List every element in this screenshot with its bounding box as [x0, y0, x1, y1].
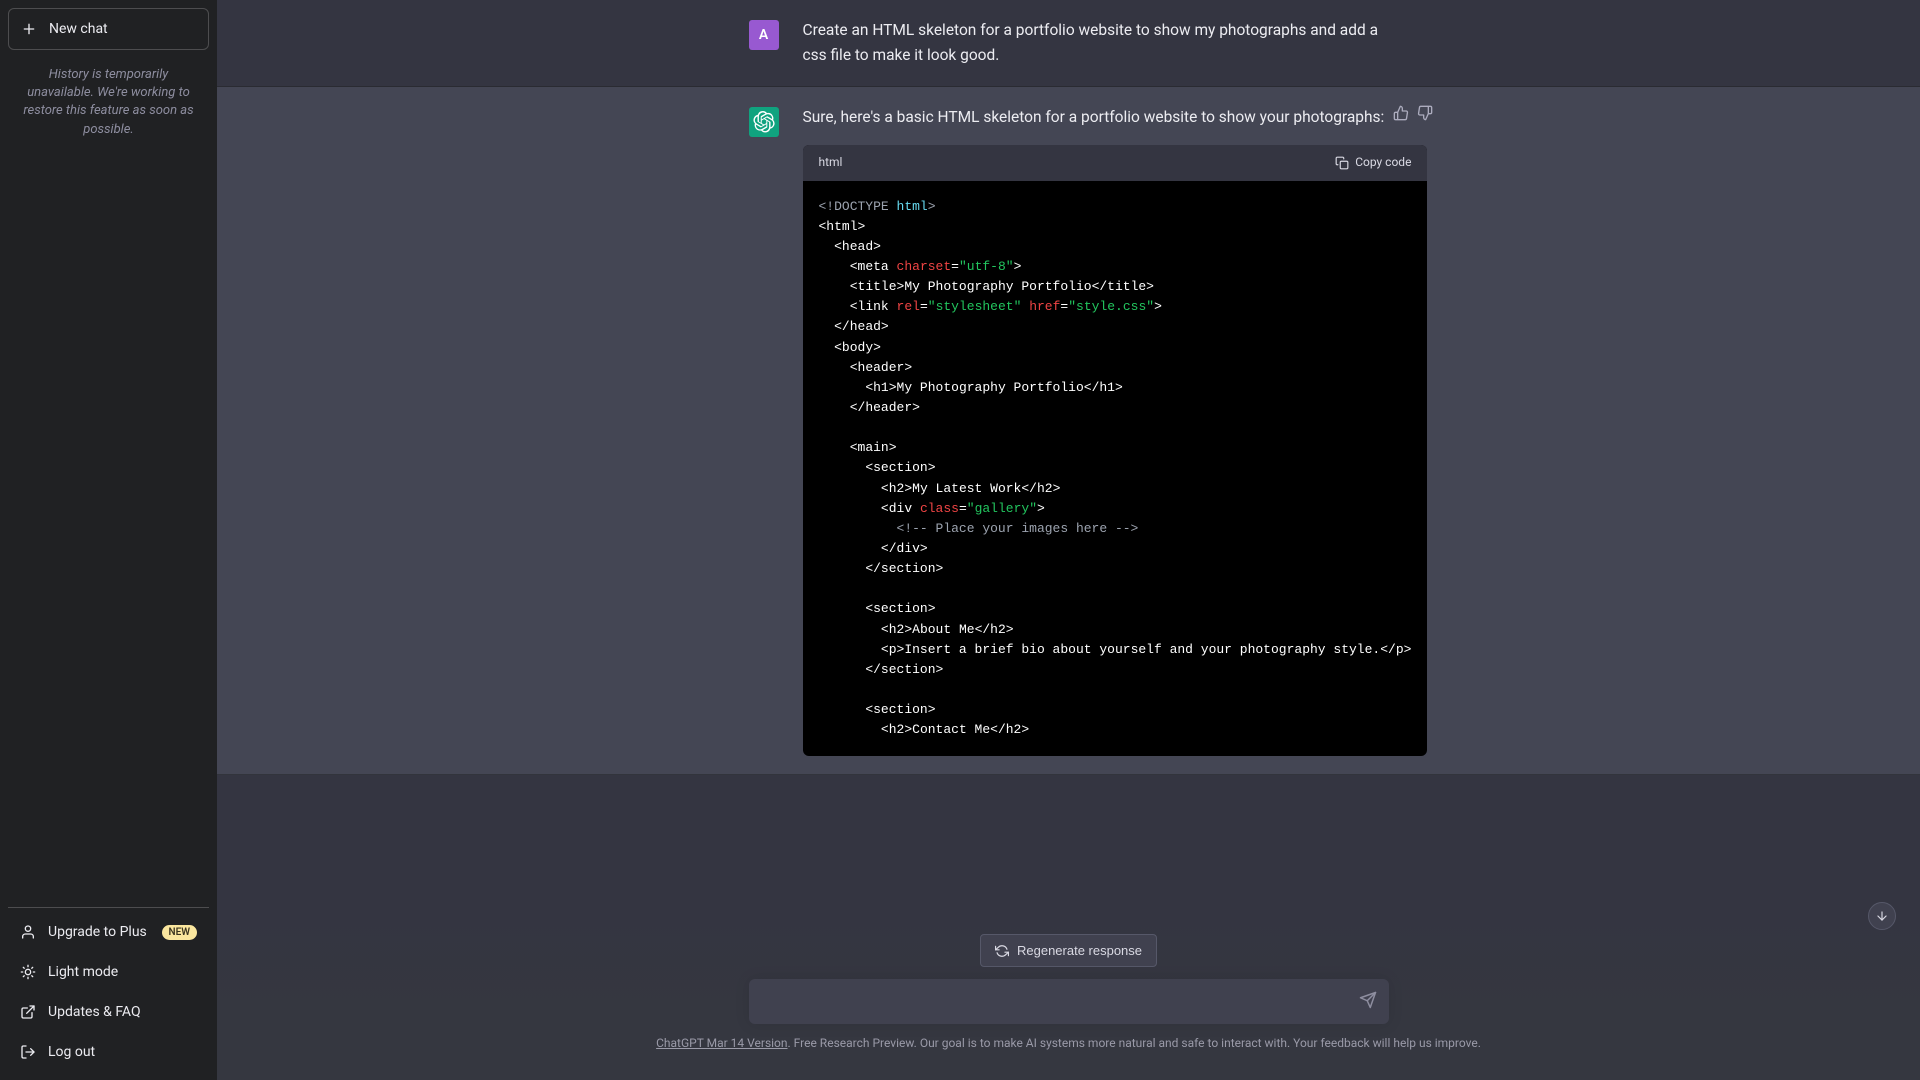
openai-logo-icon: [753, 111, 775, 133]
assistant-avatar: [749, 107, 779, 137]
thumbs-up-icon[interactable]: [1393, 105, 1409, 121]
updates-label: Updates & FAQ: [48, 1004, 141, 1020]
main-area: A Create an HTML skeleton for a portfoli…: [217, 0, 1920, 1080]
logout-icon: [20, 1044, 36, 1060]
regenerate-label: Regenerate response: [1017, 943, 1142, 958]
copy-code-button[interactable]: Copy code: [1335, 153, 1411, 172]
feedback-buttons: [1393, 105, 1433, 121]
clipboard-icon: [1335, 156, 1349, 170]
code-block: html Copy code <!DOCTYPE html> <html> <h…: [803, 145, 1428, 756]
refresh-icon: [995, 944, 1009, 958]
chat-input[interactable]: [765, 993, 1341, 1010]
version-link[interactable]: ChatGPT Mar 14 Version: [656, 1036, 787, 1050]
footer-note: ChatGPT Mar 14 Version. Free Research Pr…: [656, 1036, 1481, 1050]
footer-text: . Free Research Preview. Our goal is to …: [788, 1036, 1481, 1050]
updates-faq-button[interactable]: Updates & FAQ: [8, 992, 209, 1032]
light-mode-label: Light mode: [48, 964, 118, 980]
plus-icon: [21, 21, 37, 37]
send-icon: [1359, 991, 1377, 1009]
user-avatar: A: [749, 20, 779, 50]
new-badge: NEW: [162, 925, 198, 940]
user-message-row: A Create an HTML skeleton for a portfoli…: [217, 0, 1920, 87]
sun-icon: [20, 964, 36, 980]
scroll-down-button[interactable]: [1868, 902, 1896, 930]
sidebar: New chat History is temporarily unavaila…: [0, 0, 217, 1080]
assistant-message-content: Sure, here's a basic HTML skeleton for a…: [803, 105, 1428, 757]
external-link-icon: [20, 1004, 36, 1020]
code-lang-label: html: [819, 153, 843, 172]
assistant-message-row: Sure, here's a basic HTML skeleton for a…: [217, 87, 1920, 776]
user-icon: [20, 924, 36, 940]
history-unavailable-note: History is temporarily unavailable. We'r…: [8, 50, 209, 907]
user-message-text: Create an HTML skeleton for a portfolio …: [803, 18, 1389, 68]
send-button[interactable]: [1359, 991, 1377, 1013]
logout-button[interactable]: Log out: [8, 1032, 209, 1072]
chat-scroll[interactable]: A Create an HTML skeleton for a portfoli…: [217, 0, 1920, 914]
code-header: html Copy code: [803, 145, 1428, 180]
bottom-input-area: Regenerate response ChatGPT Mar 14 Versi…: [217, 914, 1920, 1080]
assistant-message-text: Sure, here's a basic HTML skeleton for a…: [803, 105, 1428, 130]
thumbs-down-icon[interactable]: [1417, 105, 1433, 121]
arrow-down-icon: [1875, 909, 1889, 923]
logout-label: Log out: [48, 1044, 95, 1060]
upgrade-label: Upgrade to Plus: [48, 924, 147, 940]
new-chat-button[interactable]: New chat: [8, 8, 209, 50]
sidebar-bottom: Upgrade to Plus NEW Light mode Updates &…: [8, 907, 209, 1072]
upgrade-to-plus-button[interactable]: Upgrade to Plus NEW: [8, 912, 209, 952]
regenerate-button[interactable]: Regenerate response: [980, 934, 1157, 967]
chat-input-box[interactable]: [749, 979, 1389, 1024]
light-mode-button[interactable]: Light mode: [8, 952, 209, 992]
copy-code-label: Copy code: [1355, 153, 1411, 172]
new-chat-label: New chat: [49, 21, 108, 37]
code-body: <!DOCTYPE html> <html> <head> <meta char…: [803, 181, 1428, 757]
